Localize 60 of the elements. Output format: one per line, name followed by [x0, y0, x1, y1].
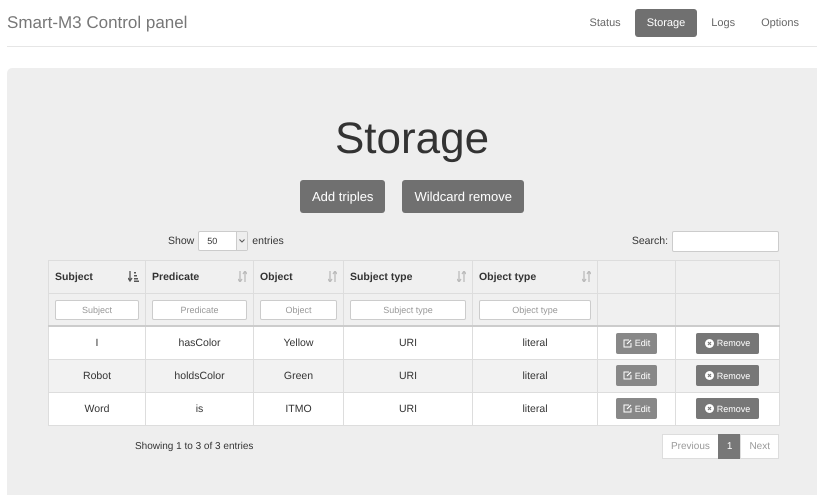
entries-info: Showing 1 to 3 of 3 entries — [135, 440, 254, 452]
filter-field[interactable]: Predicate — [152, 300, 247, 320]
column-header[interactable]: Object type — [472, 260, 598, 294]
edit-button[interactable]: Edit — [616, 398, 658, 420]
table-cell: literal — [472, 326, 598, 360]
column-header[interactable]: Subject — [48, 260, 146, 294]
remove-button[interactable]: Remove — [696, 365, 760, 386]
add-triples-button[interactable]: Add triples — [300, 180, 386, 213]
table-cell: hasColor — [146, 326, 254, 360]
edit-button[interactable]: Edit — [616, 365, 658, 386]
remove-button[interactable]: Remove — [696, 332, 760, 354]
edit-icon — [622, 371, 632, 380]
filter-field[interactable]: Object — [260, 300, 337, 320]
sort-icon — [328, 271, 337, 282]
table-cell: literal — [472, 359, 598, 392]
sort-ascending-icon — [128, 271, 139, 282]
table-cell: URI — [344, 392, 472, 426]
sort-icon — [457, 271, 466, 282]
column-header[interactable]: Subject type — [344, 260, 472, 294]
search-label: Search: — [632, 235, 668, 248]
entries-select[interactable]: 50 — [198, 231, 248, 252]
page-heading: Storage — [334, 113, 490, 165]
edit-icon — [622, 338, 632, 348]
table-cell: Green — [254, 359, 344, 392]
pagination-link[interactable]: Previous — [662, 434, 719, 459]
filter-field[interactable]: Subject — [55, 300, 139, 320]
remove-button[interactable]: Remove — [696, 398, 760, 420]
sort-icon — [582, 271, 591, 282]
sort-icon — [238, 271, 247, 282]
nav-tab[interactable]: Status — [578, 9, 633, 37]
show-label: Show — [168, 235, 194, 248]
table-cell: literal — [472, 392, 598, 426]
column-header[interactable]: Object — [254, 260, 344, 294]
table-cell: I — [48, 326, 146, 360]
table-cell: holdsColor — [146, 359, 254, 392]
caret-icon — [239, 239, 246, 244]
table-cell: is — [146, 392, 254, 426]
brand-title: Smart-M3 Control panel — [7, 13, 188, 33]
edit-button[interactable]: Edit — [616, 332, 658, 354]
table-cell: Robot — [48, 359, 146, 392]
search-field[interactable] — [672, 230, 779, 252]
wildcard-remove-button[interactable]: Wildcard remove — [402, 180, 524, 213]
nav-tab[interactable]: Logs — [699, 9, 748, 37]
edit-icon — [622, 404, 632, 414]
pagination-link[interactable]: 1 — [718, 434, 742, 459]
table-cell: Yellow — [254, 326, 344, 360]
table-cell: URI — [344, 359, 472, 392]
table-cell: ITMO — [254, 392, 344, 426]
remove-icon — [704, 338, 714, 348]
filter-field[interactable]: Object type — [479, 300, 591, 320]
table-cell: Word — [48, 392, 146, 426]
filter-field[interactable]: Subject type — [350, 300, 466, 320]
entries-label: entries — [252, 235, 284, 248]
pagination-link[interactable]: Next — [740, 434, 779, 459]
nav-tab[interactable]: Storage — [634, 9, 698, 37]
table-cell: URI — [344, 326, 472, 360]
column-header[interactable]: Predicate — [146, 260, 254, 294]
remove-icon — [704, 371, 714, 380]
remove-icon — [704, 404, 714, 414]
nav-tab[interactable]: Options — [749, 9, 811, 37]
